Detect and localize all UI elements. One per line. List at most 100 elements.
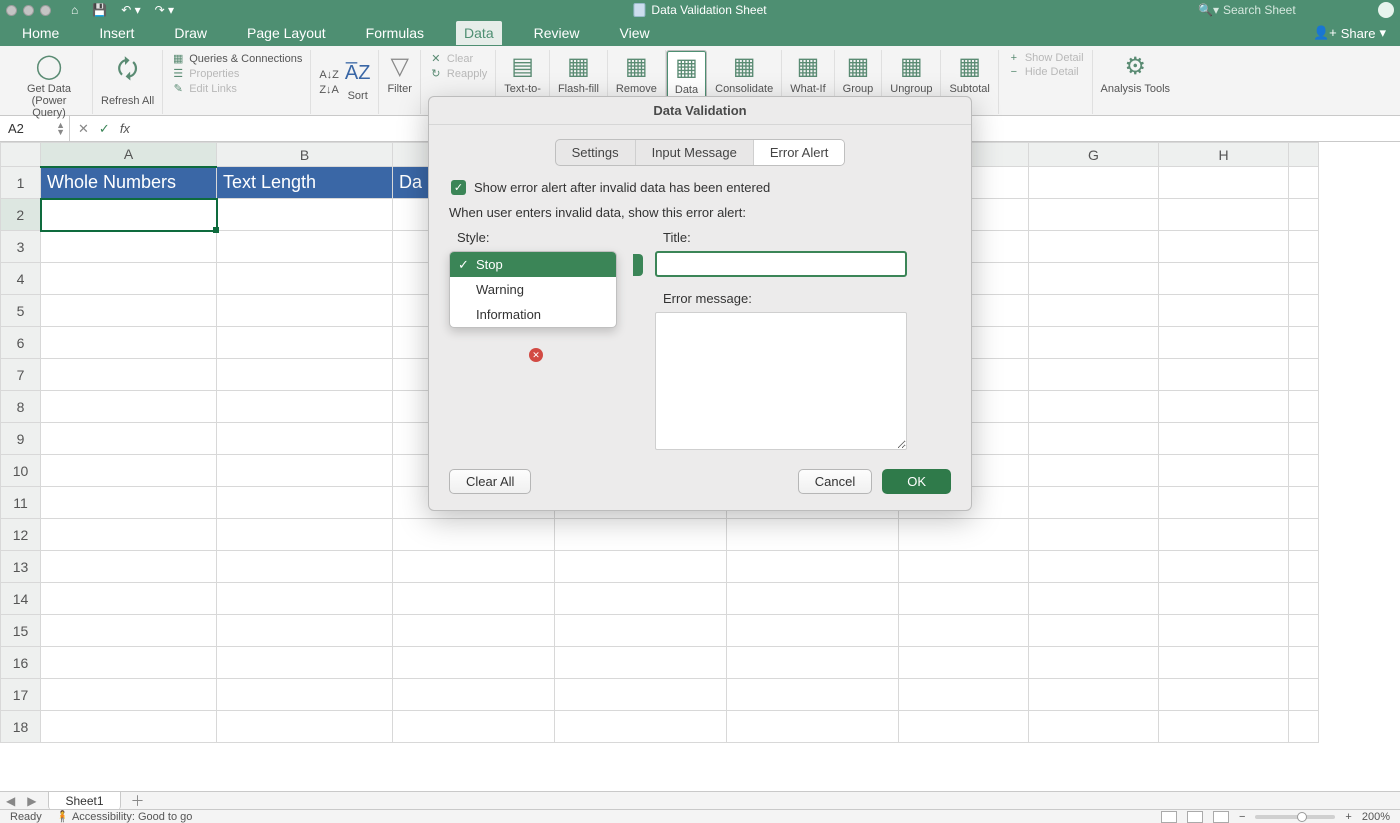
row-header-5[interactable]: 5: [1, 295, 41, 327]
style-option-information[interactable]: Information: [450, 302, 616, 327]
cell-H12[interactable]: [1159, 519, 1289, 551]
cell-D13[interactable]: [555, 551, 727, 583]
cell-B1[interactable]: Text Length: [217, 167, 393, 199]
cell-B5[interactable]: [217, 295, 393, 327]
cell-A6[interactable]: [41, 327, 217, 359]
cell-G16[interactable]: [1029, 647, 1159, 679]
style-option-warning[interactable]: Warning: [450, 277, 616, 302]
cancel-button[interactable]: Cancel: [798, 469, 872, 494]
cell-D18[interactable]: [555, 711, 727, 743]
tab-home[interactable]: Home: [14, 21, 67, 45]
cell-A12[interactable]: [41, 519, 217, 551]
row-header-12[interactable]: 12: [1, 519, 41, 551]
row-header-18[interactable]: 18: [1, 711, 41, 743]
analysis-tools-button[interactable]: ⚙Analysis Tools: [1093, 50, 1179, 114]
cell-B16[interactable]: [217, 647, 393, 679]
cell-G7[interactable]: [1029, 359, 1159, 391]
name-box-spinner[interactable]: ▲▼: [56, 122, 65, 136]
col-header-G[interactable]: G: [1029, 143, 1159, 167]
cell-H14[interactable]: [1159, 583, 1289, 615]
cell-F16[interactable]: [899, 647, 1029, 679]
cell-G18[interactable]: [1029, 711, 1159, 743]
cell-B6[interactable]: [217, 327, 393, 359]
cell-C13[interactable]: [393, 551, 555, 583]
cell-A14[interactable]: [41, 583, 217, 615]
row-header-1[interactable]: 1: [1, 167, 41, 199]
dialog-tab-settings[interactable]: Settings: [556, 140, 636, 165]
cell-A11[interactable]: [41, 487, 217, 519]
tab-page-layout[interactable]: Page Layout: [239, 21, 334, 45]
tab-data[interactable]: Data: [456, 21, 502, 45]
name-box[interactable]: A2 ▲▼: [0, 116, 70, 141]
cell-H11[interactable]: [1159, 487, 1289, 519]
cell-A9[interactable]: [41, 423, 217, 455]
cell-G12[interactable]: [1029, 519, 1159, 551]
zoom-slider[interactable]: [1255, 815, 1335, 819]
cell-H7[interactable]: [1159, 359, 1289, 391]
cell-B17[interactable]: [217, 679, 393, 711]
cell-B18[interactable]: [217, 711, 393, 743]
cell-G3[interactable]: [1029, 231, 1159, 263]
dialog-tab-input-message[interactable]: Input Message: [636, 140, 754, 165]
row-header-13[interactable]: 13: [1, 551, 41, 583]
tab-review[interactable]: Review: [526, 21, 588, 45]
cell-B9[interactable]: [217, 423, 393, 455]
search-input[interactable]: [1223, 3, 1353, 17]
cell-G8[interactable]: [1029, 391, 1159, 423]
cell-G2[interactable]: [1029, 199, 1159, 231]
cell-G10[interactable]: [1029, 455, 1159, 487]
cell-F17[interactable]: [899, 679, 1029, 711]
cell-H13[interactable]: [1159, 551, 1289, 583]
ok-button[interactable]: OK: [882, 469, 951, 494]
status-accessibility[interactable]: 🧍 Accessibility: Good to go: [56, 810, 193, 823]
cell-G6[interactable]: [1029, 327, 1159, 359]
row-header-17[interactable]: 17: [1, 679, 41, 711]
cell-B14[interactable]: [217, 583, 393, 615]
get-data-button[interactable]: ◯ Get Data (Power Query): [6, 50, 93, 114]
cell-H5[interactable]: [1159, 295, 1289, 327]
cell-E18[interactable]: [727, 711, 899, 743]
sheet-tab-1[interactable]: Sheet1: [48, 791, 120, 810]
queries-connections-button[interactable]: ▦Queries & Connections: [171, 52, 302, 65]
filter-button[interactable]: ▽ Filter: [379, 50, 420, 114]
cell-C18[interactable]: [393, 711, 555, 743]
cell-H10[interactable]: [1159, 455, 1289, 487]
cell-A17[interactable]: [41, 679, 217, 711]
cell-H8[interactable]: [1159, 391, 1289, 423]
cell-C17[interactable]: [393, 679, 555, 711]
cell-E15[interactable]: [727, 615, 899, 647]
sheet-nav-prev[interactable]: ◀: [0, 794, 21, 808]
row-header-10[interactable]: 10: [1, 455, 41, 487]
cell-F13[interactable]: [899, 551, 1029, 583]
cell-H6[interactable]: [1159, 327, 1289, 359]
title-input[interactable]: [655, 251, 907, 277]
cell-H4[interactable]: [1159, 263, 1289, 295]
undo-icon[interactable]: ↶ ▾: [121, 3, 140, 17]
cell-H17[interactable]: [1159, 679, 1289, 711]
user-avatar-icon[interactable]: [1378, 2, 1394, 18]
cell-E13[interactable]: [727, 551, 899, 583]
cell-A10[interactable]: [41, 455, 217, 487]
tab-formulas[interactable]: Formulas: [358, 21, 432, 45]
cell-D17[interactable]: [555, 679, 727, 711]
row-header-2[interactable]: 2: [1, 199, 41, 231]
redo-icon[interactable]: ↷ ▾: [155, 3, 174, 17]
cell-B10[interactable]: [217, 455, 393, 487]
zoom-out-button[interactable]: −: [1239, 811, 1245, 823]
quick-access-toolbar[interactable]: ⌂ 💾 ↶ ▾ ↷ ▾: [71, 3, 174, 17]
cell-G9[interactable]: [1029, 423, 1159, 455]
cell-D14[interactable]: [555, 583, 727, 615]
cell-B15[interactable]: [217, 615, 393, 647]
cell-H18[interactable]: [1159, 711, 1289, 743]
style-dropdown[interactable]: Stop Warning Information: [449, 251, 617, 328]
cell-H1[interactable]: [1159, 167, 1289, 199]
dialog-tab-error-alert[interactable]: Error Alert: [754, 140, 845, 165]
cell-F12[interactable]: [899, 519, 1029, 551]
cell-C15[interactable]: [393, 615, 555, 647]
cell-G1[interactable]: [1029, 167, 1159, 199]
sort-desc-icon[interactable]: Z↓A: [319, 84, 339, 96]
cell-E17[interactable]: [727, 679, 899, 711]
save-icon[interactable]: 💾: [92, 3, 107, 17]
cell-G13[interactable]: [1029, 551, 1159, 583]
cell-D16[interactable]: [555, 647, 727, 679]
